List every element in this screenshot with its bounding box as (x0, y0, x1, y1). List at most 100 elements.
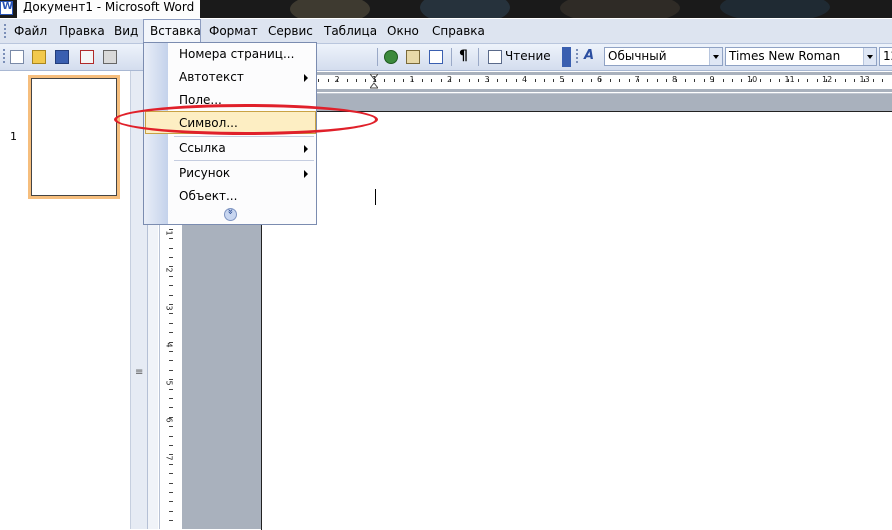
ruler-tick (469, 79, 470, 82)
reading-mode-label[interactable]: Чтение (505, 49, 551, 63)
ruler-tick (169, 285, 173, 286)
document-page[interactable] (261, 111, 892, 530)
ruler-tick (169, 295, 173, 296)
styles-pane-icon[interactable]: A (584, 48, 594, 63)
ruler-number: 3 (165, 305, 173, 310)
ruler-number: 10 (747, 76, 757, 84)
toolbar-separator (478, 48, 479, 66)
ruler-tick (666, 79, 667, 82)
insert-table-icon[interactable] (429, 50, 443, 64)
splitter-handle-icon[interactable]: ≡ (135, 367, 143, 378)
ruler-tick (478, 79, 479, 82)
page-thumbnail[interactable] (28, 75, 120, 199)
menu-insert[interactable]: Вставка (143, 19, 201, 42)
menu-item-page-numbers[interactable]: Номера страниц... (145, 43, 316, 65)
ruler-tick (422, 79, 423, 82)
menu-table[interactable]: Таблица (318, 19, 383, 43)
ruler-tick (169, 426, 173, 427)
ruler-tick (732, 79, 733, 82)
permission-icon[interactable] (80, 50, 94, 64)
ruler-tick (403, 79, 404, 82)
ruler-tick (723, 79, 724, 82)
style-combo[interactable]: Обычный (604, 47, 723, 66)
ruler-tick (506, 79, 507, 82)
reading-mode-icon[interactable] (488, 50, 502, 64)
ruler-tick (647, 79, 648, 82)
open-folder-icon[interactable] (32, 50, 46, 64)
hyperlink-icon[interactable] (384, 50, 398, 64)
menu-item-label: Номера страниц... (179, 43, 294, 65)
ruler-tick (328, 79, 329, 82)
ruler-tick (882, 79, 883, 82)
ruler-tick (685, 79, 686, 82)
menu-item-picture[interactable]: Рисунок (145, 162, 316, 184)
ruler-tick (169, 520, 173, 521)
ruler-tick (169, 501, 173, 502)
tables-borders-icon[interactable] (406, 50, 420, 64)
new-document-icon[interactable] (10, 50, 24, 64)
toolbar-separator (451, 48, 452, 66)
title-bar: Документ1 - Microsoft Word (0, 0, 892, 18)
menu-window[interactable]: Окно (381, 19, 425, 43)
menu-format[interactable]: Формат (203, 19, 264, 43)
menu-item-object[interactable]: Объект... (145, 185, 316, 207)
ruler-tick (169, 389, 173, 390)
show-formatting-icon[interactable]: ¶ (459, 48, 468, 64)
thumbnail-pane: 1 (0, 71, 131, 529)
ruler-tick (169, 351, 173, 352)
ruler-number: 3 (485, 76, 490, 84)
menu-tools[interactable]: Сервис (262, 19, 319, 43)
ruler-number: 9 (710, 76, 715, 84)
standard-toolbar: ¶ Чтение A Обычный Times New Roman 12 (0, 44, 892, 71)
ruler-tick (384, 79, 385, 82)
ruler-tick (169, 436, 173, 437)
ruler-tick (169, 370, 173, 371)
chevron-down-icon[interactable] (709, 48, 722, 65)
ruler-tick (770, 79, 771, 82)
ruler-tick (431, 79, 432, 82)
menu-item-reference[interactable]: Ссылка (145, 137, 316, 159)
menu-item-label: Ссылка (179, 137, 226, 159)
style-value: Обычный (608, 49, 667, 63)
ruler-tick (817, 79, 818, 82)
ruler-tick (760, 79, 761, 82)
menu-item-autotext[interactable]: Автотекст (145, 66, 316, 88)
ruler-tick (629, 79, 630, 82)
menubar-grip[interactable] (4, 24, 6, 38)
chevron-down-icon[interactable] (863, 48, 876, 65)
ruler-tick (807, 79, 808, 82)
word-app-icon (0, 1, 13, 15)
menu-edit[interactable]: Правка (53, 19, 111, 43)
ruler-tick (365, 79, 366, 82)
font-combo[interactable]: Times New Roman (725, 47, 877, 66)
desktop-background (720, 0, 830, 18)
desktop-background (420, 0, 510, 18)
menu-help[interactable]: Справка (426, 19, 491, 43)
ruler-tick (459, 79, 460, 82)
font-size-combo[interactable]: 12 (879, 47, 892, 66)
ruler-tick (798, 79, 799, 82)
menu-view[interactable]: Вид (108, 19, 144, 43)
ruler-number: 5 (165, 380, 173, 385)
ruler-tick (169, 323, 173, 324)
ruler-tick (169, 473, 173, 474)
ruler-tick (169, 313, 173, 314)
toolbar-options-icon[interactable] (562, 47, 571, 67)
text-cursor (375, 189, 376, 205)
ruler-tick (619, 79, 620, 82)
thumbnail-page-number: 1 (10, 130, 17, 143)
ruler-tick (169, 492, 173, 493)
submenu-arrow-icon (304, 74, 308, 82)
ruler-number: 1 (165, 230, 173, 235)
desktop-background (290, 0, 370, 18)
font-size-value: 12 (883, 49, 892, 63)
save-icon[interactable] (55, 50, 69, 64)
menu-item-label: Рисунок (179, 162, 230, 184)
ruler-tick (169, 360, 173, 361)
print-icon[interactable] (103, 50, 117, 64)
toolbar-grip[interactable] (3, 49, 5, 65)
formatting-toolbar-grip[interactable] (576, 49, 578, 65)
expand-menu-icon[interactable] (224, 208, 237, 221)
ruler-tick (169, 332, 173, 333)
menu-file[interactable]: Файл (8, 19, 53, 43)
